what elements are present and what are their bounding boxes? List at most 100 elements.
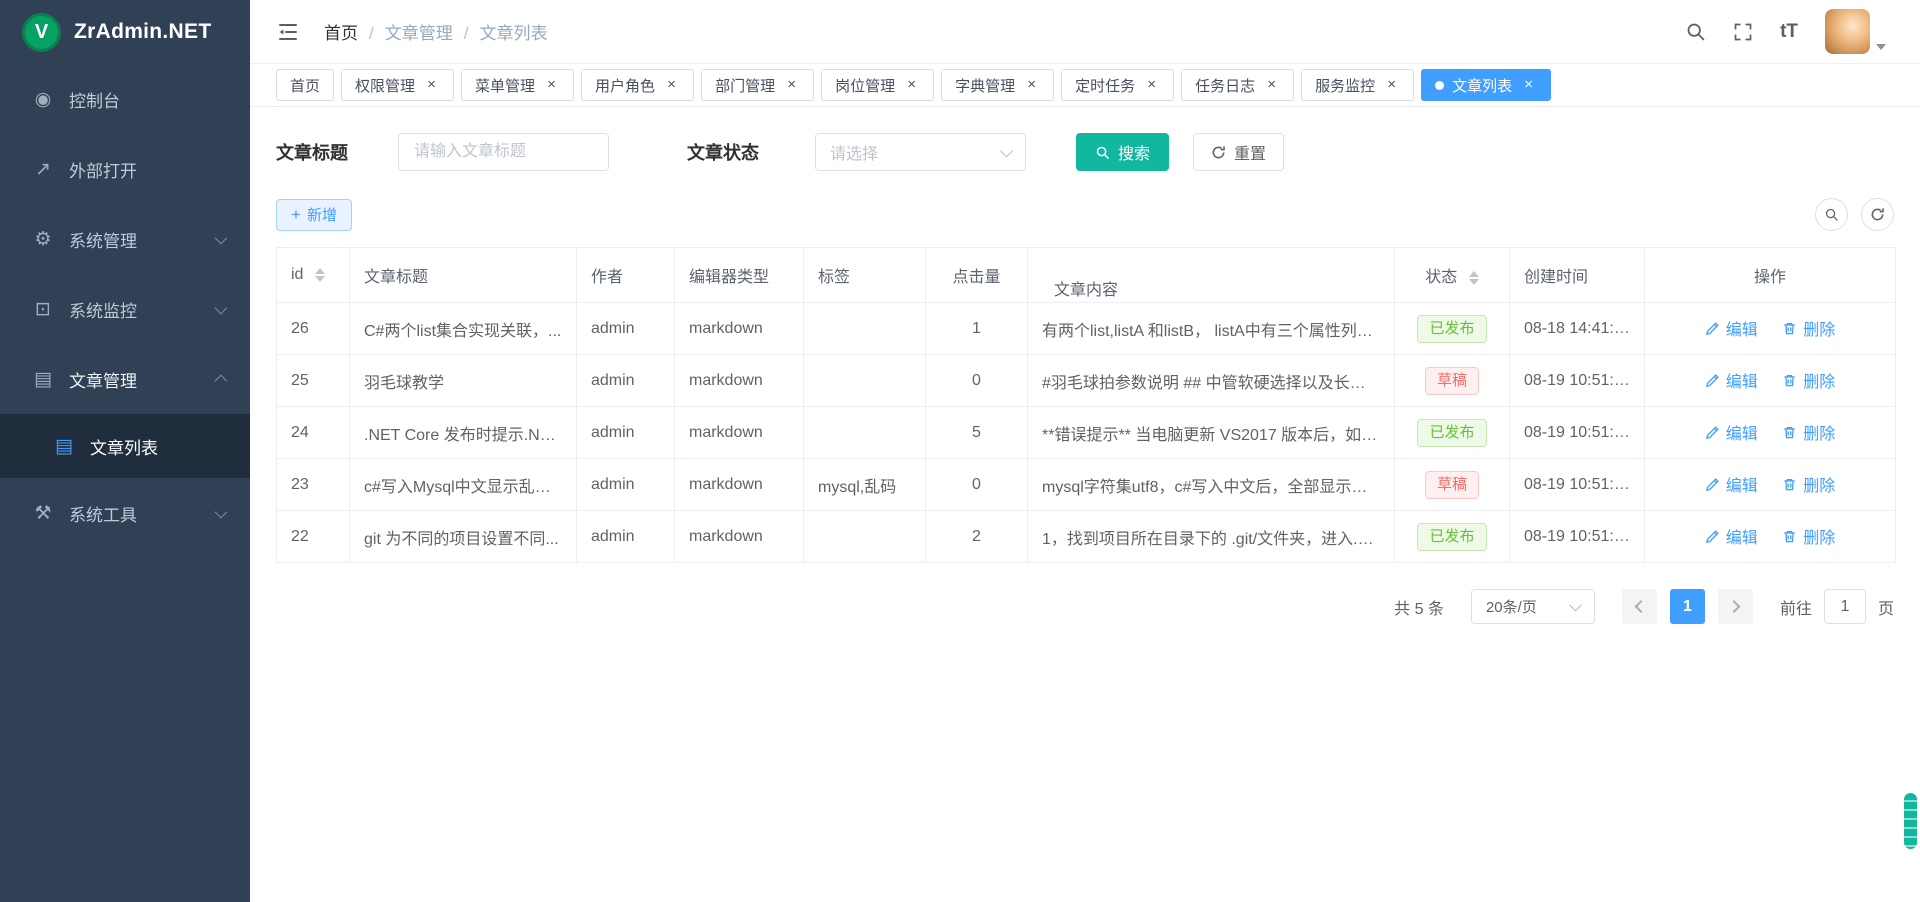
column-header[interactable]: 作者 bbox=[577, 248, 675, 303]
column-header[interactable]: 创建时间 bbox=[1510, 248, 1645, 303]
floating-scrollbar-thumb[interactable] bbox=[1904, 793, 1917, 849]
sidebar-item[interactable]: ◉ 控制台 bbox=[0, 64, 250, 134]
delete-link[interactable]: 删除 bbox=[1782, 368, 1835, 392]
tab[interactable]: 菜单管理 bbox=[461, 69, 574, 101]
tab[interactable]: 文章列表 bbox=[1421, 69, 1551, 101]
close-icon[interactable] bbox=[1383, 77, 1400, 94]
refresh-icon bbox=[1870, 207, 1885, 222]
add-button[interactable]: 新增 bbox=[276, 199, 352, 231]
cell-id: 25 bbox=[277, 355, 350, 407]
cell-author: admin bbox=[577, 511, 675, 563]
header-search-button[interactable] bbox=[1685, 21, 1706, 42]
tab[interactable]: 服务监控 bbox=[1301, 69, 1414, 101]
close-icon[interactable] bbox=[903, 77, 920, 94]
tab[interactable]: 用户角色 bbox=[581, 69, 694, 101]
breadcrumb-item[interactable]: 文章列表 bbox=[479, 19, 547, 44]
cell-created-time: 08-19 10:51:29 bbox=[1510, 355, 1645, 407]
sidebar-item[interactable]: ↗ 外部打开 bbox=[0, 134, 250, 204]
close-icon[interactable] bbox=[543, 77, 560, 94]
cell-id: 26 bbox=[277, 303, 350, 355]
sidebar-item[interactable]: ⚙ 系统管理 bbox=[0, 204, 250, 274]
sidebar-item[interactable]: ▤ 文章列表 bbox=[0, 414, 250, 478]
app-logo[interactable]: V ZrAdmin.NET bbox=[0, 0, 250, 64]
column-header[interactable]: id bbox=[277, 248, 350, 303]
page-size-select[interactable]: 20条/页 bbox=[1471, 589, 1595, 624]
tab-label: 菜单管理 bbox=[475, 75, 535, 96]
cell-clicks: 5 bbox=[926, 407, 1028, 459]
edit-link-label: 编辑 bbox=[1726, 316, 1758, 340]
toggle-search-button[interactable] bbox=[1815, 198, 1848, 231]
tab[interactable]: 任务日志 bbox=[1181, 69, 1294, 101]
close-icon[interactable] bbox=[1023, 77, 1040, 94]
column-header[interactable]: 编辑器类型 bbox=[675, 248, 804, 303]
delete-link[interactable]: 删除 bbox=[1782, 472, 1835, 496]
breadcrumb-item[interactable]: 首页 bbox=[324, 19, 385, 44]
sidebar-collapse-button[interactable] bbox=[276, 20, 300, 44]
logo-icon: V bbox=[22, 13, 61, 52]
column-header[interactable]: 标签 bbox=[804, 248, 926, 303]
chevron-down-icon bbox=[215, 374, 228, 387]
close-icon[interactable] bbox=[663, 77, 680, 94]
table-row: 24 .NET Core 发布时提示.NET... admin markdown… bbox=[277, 407, 1896, 459]
column-header[interactable]: 点击量 bbox=[926, 248, 1028, 303]
monitor-icon: ⊡ bbox=[32, 298, 54, 321]
delete-link[interactable]: 删除 bbox=[1782, 524, 1835, 548]
delete-link-label: 删除 bbox=[1803, 472, 1835, 496]
sidebar-item[interactable]: ⚒ 系统工具 bbox=[0, 478, 250, 548]
column-header[interactable]: 文章标题 bbox=[350, 248, 577, 303]
column-header-label: 创建时间 bbox=[1524, 269, 1588, 286]
cell-created-time: 08-18 14:41:36 bbox=[1510, 303, 1645, 355]
avatar[interactable] bbox=[1825, 9, 1870, 54]
page-1-button[interactable]: 1 bbox=[1670, 589, 1705, 624]
tab[interactable]: 定时任务 bbox=[1061, 69, 1174, 101]
cell-operations: 编辑 删除 bbox=[1645, 407, 1896, 459]
sort-icon[interactable] bbox=[1469, 271, 1479, 285]
cell-tags bbox=[804, 355, 926, 407]
search-button[interactable]: 搜索 bbox=[1076, 133, 1169, 171]
breadcrumb-item[interactable]: 文章管理 bbox=[385, 19, 480, 44]
edit-link[interactable]: 编辑 bbox=[1705, 420, 1758, 444]
prev-page-button[interactable] bbox=[1622, 589, 1657, 624]
tab[interactable]: 字典管理 bbox=[941, 69, 1054, 101]
sidebar-item[interactable]: ⊡ 系统监控 bbox=[0, 274, 250, 344]
edit-link[interactable]: 编辑 bbox=[1705, 524, 1758, 548]
tools-icon: ⚒ bbox=[32, 502, 54, 525]
chevron-left-icon bbox=[1635, 600, 1648, 613]
delete-link[interactable]: 删除 bbox=[1782, 420, 1835, 444]
article-status-select[interactable]: 请选择 bbox=[815, 133, 1026, 171]
tab[interactable]: 权限管理 bbox=[341, 69, 454, 101]
font-size-button[interactable]: tT bbox=[1780, 21, 1798, 43]
edit-icon bbox=[1705, 425, 1720, 440]
font-size-icon: tT bbox=[1780, 21, 1798, 43]
edit-link[interactable]: 编辑 bbox=[1705, 368, 1758, 392]
article-title-input[interactable] bbox=[398, 133, 609, 171]
tab[interactable]: 部门管理 bbox=[701, 69, 814, 101]
sidebar: V ZrAdmin.NET ◉ 控制台 ↗ 外部打开 ⚙ 系统管理 ⊡ 系 bbox=[0, 0, 250, 902]
cell-content: 1，找到项目所在目录下的 .git/文件夹，进入.git/... bbox=[1028, 511, 1395, 563]
user-menu[interactable] bbox=[1825, 9, 1886, 54]
close-icon[interactable] bbox=[1263, 77, 1280, 94]
column-header[interactable]: 文章内容 bbox=[1028, 248, 1395, 303]
sidebar-menu: ◉ 控制台 ↗ 外部打开 ⚙ 系统管理 ⊡ 系统监控 ▤ 文 bbox=[0, 64, 250, 902]
tab[interactable]: 首页 bbox=[276, 69, 334, 101]
column-header[interactable]: 操作 bbox=[1645, 248, 1896, 303]
close-icon[interactable] bbox=[1143, 77, 1160, 94]
refresh-button[interactable] bbox=[1861, 198, 1894, 231]
edit-link[interactable]: 编辑 bbox=[1705, 472, 1758, 496]
fullscreen-button[interactable] bbox=[1733, 22, 1753, 42]
next-page-button[interactable] bbox=[1718, 589, 1753, 624]
close-icon[interactable] bbox=[1520, 77, 1537, 94]
cell-title: C#两个list集合实现关联，... bbox=[350, 303, 577, 355]
column-header[interactable]: 状态 bbox=[1395, 248, 1510, 303]
tab[interactable]: 岗位管理 bbox=[821, 69, 934, 101]
sidebar-item[interactable]: ▤ 文章管理 bbox=[0, 344, 250, 414]
sort-icon[interactable] bbox=[315, 268, 325, 282]
delete-link[interactable]: 删除 bbox=[1782, 316, 1835, 340]
goto-page-input[interactable] bbox=[1824, 589, 1866, 624]
column-header-label: 编辑器类型 bbox=[689, 269, 769, 286]
reset-button[interactable]: 重置 bbox=[1193, 133, 1284, 171]
close-icon[interactable] bbox=[423, 77, 440, 94]
close-icon[interactable] bbox=[783, 77, 800, 94]
edit-link[interactable]: 编辑 bbox=[1705, 316, 1758, 340]
add-icon bbox=[291, 205, 301, 225]
